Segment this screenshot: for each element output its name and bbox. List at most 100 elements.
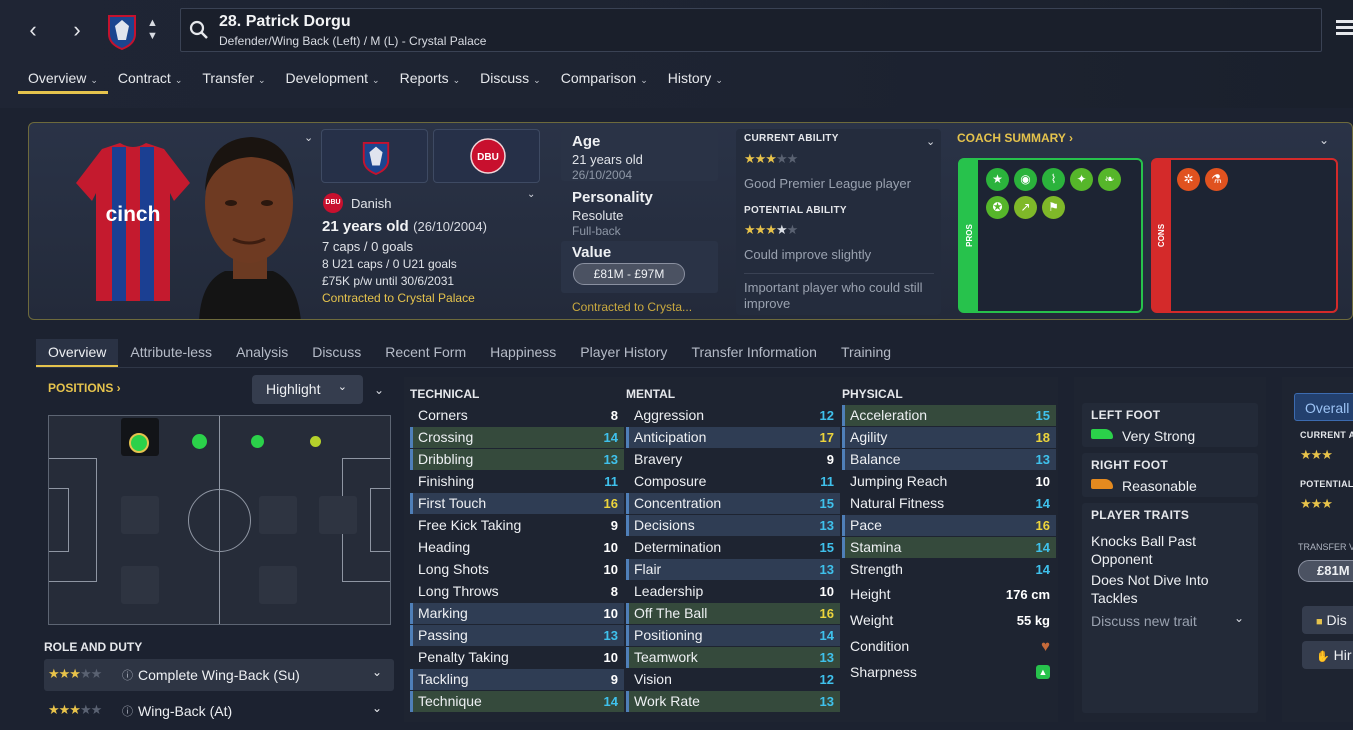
attribute-row[interactable]: Free Kick Taking 9	[410, 515, 624, 536]
attribute-row[interactable]: Teamwork 13	[626, 647, 840, 668]
tab-happiness[interactable]: Happiness	[478, 339, 568, 367]
attribute-row[interactable]: Off The Ball 16	[626, 603, 840, 624]
attribute-row[interactable]: Marking 10	[410, 603, 624, 624]
chevron-down-icon[interactable]: ⌄	[1234, 611, 1244, 625]
wings-trait-icon[interactable]: ❧	[1098, 168, 1121, 191]
menu-icon[interactable]	[1336, 20, 1353, 36]
attribute-row[interactable]: Tackling 9	[410, 669, 624, 690]
flag-trait-icon[interactable]: ⚑	[1042, 196, 1065, 219]
tab-training[interactable]: Training	[829, 339, 903, 367]
lightbulb-trait-icon[interactable]: ✦	[1070, 168, 1093, 191]
attribute-row[interactable]: Agility 18	[842, 427, 1056, 448]
nav-history[interactable]: History ⌄	[658, 68, 733, 94]
back-arrow-icon[interactable]: ‹	[20, 18, 46, 44]
search-icon[interactable]	[189, 20, 209, 40]
attribute-row[interactable]: Long Shots 10	[410, 559, 624, 580]
attribute-row[interactable]: Aggression 12	[626, 405, 840, 426]
discuss-new-trait[interactable]: Discuss new trait	[1091, 613, 1197, 629]
tab-discuss[interactable]: Discuss	[300, 339, 373, 367]
attribute-row[interactable]: Balance 13	[842, 449, 1056, 470]
hire-button[interactable]: ✋ Hir	[1302, 641, 1353, 669]
tab-transfer-information[interactable]: Transfer Information	[679, 339, 829, 367]
attribute-row[interactable]: Crossing 14	[410, 427, 624, 448]
attribute-row[interactable]: Heading 10	[410, 537, 624, 558]
previous-player-icon[interactable]: ▲	[147, 18, 158, 29]
trait-item[interactable]: Does Not Dive Into Tackles	[1091, 571, 1221, 607]
attribute-row[interactable]: Bravery 9	[626, 449, 840, 470]
nav-reports[interactable]: Reports ⌄	[390, 68, 471, 94]
nation-crest-button[interactable]: DBU	[433, 129, 540, 183]
tab-player-history[interactable]: Player History	[568, 339, 679, 367]
brain-trait-icon[interactable]: ◉	[1014, 168, 1037, 191]
transfer-value-pill[interactable]: £81M	[1298, 560, 1353, 582]
position-dot-aml[interactable]	[310, 436, 321, 447]
contract-link[interactable]: Contracted to Crystal Palace	[322, 291, 475, 305]
attribute-row[interactable]: Finishing 11	[410, 471, 624, 492]
highlight-dropdown[interactable]: Highlight ⌄	[252, 375, 363, 404]
tab-analysis[interactable]: Analysis	[224, 339, 300, 367]
positions-link[interactable]: POSITIONS ›	[48, 381, 121, 395]
trend-up-trait-icon[interactable]: ↗	[1014, 196, 1037, 219]
attribute-row[interactable]: Technique 14	[410, 691, 624, 712]
jump-trait-icon[interactable]: ✲	[1177, 168, 1200, 191]
attribute-row[interactable]: Dribbling 13	[410, 449, 624, 470]
attribute-row[interactable]: Strength 14	[842, 559, 1056, 580]
attribute-row[interactable]: Pace 16	[842, 515, 1056, 536]
tab-overview[interactable]: Overview	[36, 339, 119, 367]
attribute-row[interactable]: Stamina 14	[842, 537, 1056, 558]
attribute-row[interactable]: Anticipation 17	[626, 427, 840, 448]
value-pill[interactable]: £81M - £97M	[573, 263, 685, 285]
attribute-row[interactable]: First Touch 16	[410, 493, 624, 514]
attribute-row[interactable]: Work Rate 13	[626, 691, 840, 712]
attribute-row[interactable]: Determination 15	[626, 537, 840, 558]
chevron-down-icon[interactable]: ⌄	[527, 189, 535, 200]
nav-contract[interactable]: Contract ⌄	[108, 68, 192, 94]
chevron-down-icon[interactable]: ⌄	[304, 131, 313, 144]
attribute-row[interactable]: Leadership 10	[626, 581, 840, 602]
nav-development[interactable]: Development ⌄	[276, 68, 390, 94]
nav-comparison[interactable]: Comparison ⌄	[551, 68, 658, 94]
boot-trait-icon[interactable]: ⌇	[1042, 168, 1065, 191]
info-icon[interactable]: ⓘ	[122, 667, 133, 683]
attribute-row[interactable]: Concentration 15	[626, 493, 840, 514]
nav-discuss[interactable]: Discuss ⌄	[470, 68, 551, 94]
role-row[interactable]: ★★★★★ ⓘ Complete Wing-Back (Su) ⌄	[44, 659, 394, 691]
attribute-row[interactable]: Composure 11	[626, 471, 840, 492]
role-row[interactable]: ★★★★★ ⓘ Wing-Back (At) ⌄	[44, 695, 394, 727]
attribute-row[interactable]: Natural Fitness 14	[842, 493, 1056, 514]
position-dr[interactable]	[121, 566, 159, 604]
coach-summary-link[interactable]: COACH SUMMARY ›	[957, 131, 1073, 145]
tab-attribute-less[interactable]: Attribute-less	[118, 339, 224, 367]
discuss-button[interactable]: ■ Dis	[1302, 606, 1353, 634]
attribute-row[interactable]: Acceleration 15	[842, 405, 1056, 426]
chevron-down-icon[interactable]: ⌄	[1319, 133, 1329, 147]
flask-trait-icon[interactable]: ⚗	[1205, 168, 1228, 191]
attribute-row[interactable]: Long Throws 8	[410, 581, 624, 602]
overall-tab[interactable]: Overall	[1294, 393, 1353, 421]
attribute-row[interactable]: Positioning 14	[626, 625, 840, 646]
chevron-down-icon[interactable]: ⌄	[926, 135, 935, 148]
position-dc[interactable]	[121, 496, 159, 534]
tackle-trait-icon[interactable]: ✪	[986, 196, 1009, 219]
position-dot-ml[interactable]	[251, 435, 264, 448]
chevron-down-icon[interactable]: ⌄	[374, 383, 384, 397]
next-player-icon[interactable]: ▼	[147, 31, 158, 42]
attribute-row[interactable]: Penalty Taking 10	[410, 647, 624, 668]
contract-short[interactable]: Contracted to Crysta...	[572, 300, 692, 314]
nav-transfer[interactable]: Transfer ⌄	[192, 68, 275, 94]
attribute-row[interactable]: Vision 12	[626, 669, 840, 690]
player-search-box[interactable]: 28. Patrick Dorgu Defender/Wing Back (Le…	[180, 8, 1322, 52]
position-dot-wbl[interactable]	[192, 434, 207, 449]
tab-recent-form[interactable]: Recent Form	[373, 339, 478, 367]
club-crest-icon[interactable]	[105, 12, 139, 50]
attribute-row[interactable]: Jumping Reach 10	[842, 471, 1056, 492]
nav-overview[interactable]: Overview ⌄	[18, 68, 108, 94]
position-mr[interactable]	[259, 566, 297, 604]
forward-arrow-icon[interactable]: ›	[64, 18, 90, 44]
attribute-row[interactable]: Flair 13	[626, 559, 840, 580]
trait-item[interactable]: Knocks Ball Past Opponent	[1091, 532, 1221, 568]
attribute-row[interactable]: Corners 8	[410, 405, 624, 426]
attribute-row[interactable]: Decisions 13	[626, 515, 840, 536]
position-mc[interactable]	[259, 496, 297, 534]
star-trait-icon[interactable]: ★	[986, 168, 1009, 191]
